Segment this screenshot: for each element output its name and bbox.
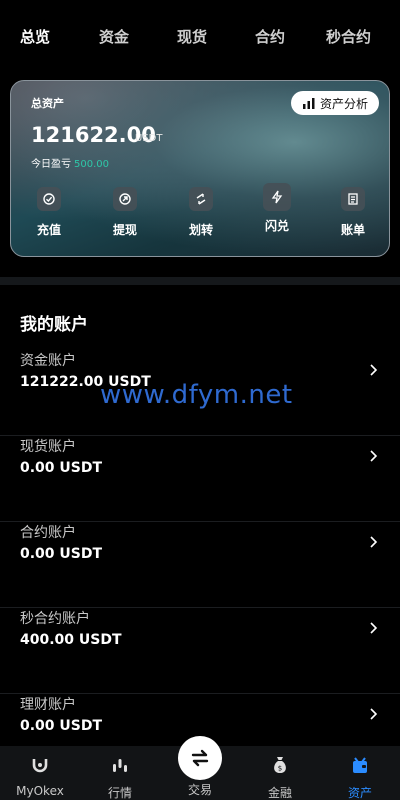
nav-trade-button[interactable] — [178, 736, 222, 780]
nav-label: 资产 — [347, 786, 372, 800]
account-balance: 0.00 USDT — [20, 546, 103, 562]
nav-finance[interactable]: $ 金融 — [240, 746, 320, 800]
my-accounts-title: 我的账户 — [20, 315, 88, 335]
today-pnl: 今日盈亏 500.00 — [31, 155, 109, 170]
nav-market[interactable]: 行情 — [80, 746, 160, 800]
withdraw-icon — [113, 187, 137, 211]
transfer-icon — [189, 187, 213, 211]
flash-exchange-label: 闪兑 — [264, 219, 289, 233]
svg-text:$: $ — [278, 765, 282, 773]
nav-label: 金融 — [267, 786, 292, 800]
tab-spot[interactable]: 现货 — [177, 26, 207, 47]
wallet-icon — [353, 757, 367, 773]
total-assets-label: 总资产 — [31, 97, 64, 110]
section-divider — [0, 277, 400, 285]
today-pnl-value: 500.00 — [74, 159, 109, 170]
asset-analysis-button[interactable]: 资产分析 — [291, 91, 379, 115]
withdraw-label: 提现 — [112, 223, 137, 237]
deposit-button[interactable]: 充值 — [19, 187, 79, 238]
tab-overview[interactable]: 总览 — [20, 26, 50, 47]
nav-label: 行情 — [107, 786, 132, 800]
tab-second-contract[interactable]: 秒合约 — [326, 26, 371, 47]
account-balance: 400.00 USDT — [20, 632, 122, 648]
nav-myokex[interactable]: MyOkex — [0, 746, 80, 800]
tab-funds[interactable]: 资金 — [99, 26, 129, 47]
nav-trade-label: 交易 — [187, 783, 212, 797]
account-balance: 0.00 USDT — [20, 460, 103, 476]
withdraw-button[interactable]: 提现 — [95, 187, 155, 238]
account-name: 合约账户 — [20, 525, 76, 541]
watermark-text: www.dfym.net — [100, 380, 293, 410]
market-icon — [113, 759, 127, 772]
swap-icon — [191, 749, 209, 767]
account-balance: 0.00 USDT — [20, 718, 103, 734]
top-tabs: 总览 资金 现货 合约 秒合约 — [0, 0, 400, 72]
chevron-right-icon — [370, 536, 378, 548]
deposit-label: 充值 — [36, 223, 61, 237]
chevron-right-icon — [370, 364, 378, 376]
chevron-right-icon — [370, 622, 378, 634]
magnet-icon — [32, 759, 48, 773]
transfer-label: 划转 — [188, 223, 213, 237]
asset-analysis-label: 资产分析 — [319, 96, 368, 111]
card-actions: 充值 提现 划转 闪兑 账单 — [11, 183, 389, 247]
chevron-right-icon — [370, 708, 378, 720]
nav-label: MyOkex — [16, 784, 64, 798]
total-assets-card: 总资产 资产分析 121622.00 USDT 今日盈亏 500.00 充值 提现 — [10, 80, 390, 257]
account-name: 资金账户 — [20, 353, 76, 369]
today-pnl-label: 今日盈亏 — [31, 159, 71, 170]
bar-chart-icon — [302, 98, 315, 109]
account-row-second-contract[interactable]: 秒合约账户 400.00 USDT — [0, 608, 400, 694]
nav-assets[interactable]: 资产 — [320, 746, 400, 800]
account-name: 秒合约账户 — [20, 611, 90, 627]
account-row-contract[interactable]: 合约账户 0.00 USDT — [0, 522, 400, 608]
deposit-icon — [37, 187, 61, 211]
account-name: 理财账户 — [20, 697, 76, 713]
chevron-right-icon — [370, 450, 378, 462]
total-assets-unit: USDT — [135, 133, 163, 144]
account-row-spot[interactable]: 现货账户 0.00 USDT — [0, 436, 400, 522]
account-name: 现货账户 — [20, 439, 76, 455]
bill-label: 账单 — [340, 223, 365, 237]
bill-icon — [341, 187, 365, 211]
bill-button[interactable]: 账单 — [323, 187, 383, 238]
flash-icon — [263, 183, 291, 211]
tab-contract[interactable]: 合约 — [255, 26, 285, 47]
money-bag-icon: $ — [274, 757, 286, 773]
transfer-button[interactable]: 划转 — [171, 187, 231, 238]
flash-exchange-button[interactable]: 闪兑 — [247, 183, 307, 234]
